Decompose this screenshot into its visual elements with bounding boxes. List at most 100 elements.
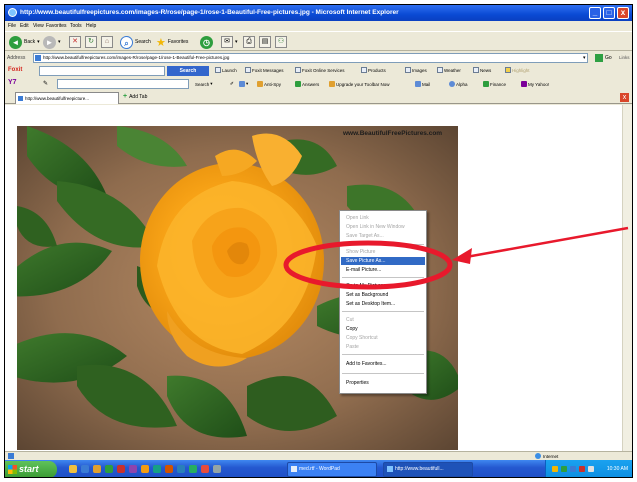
quicklaunch-media-icon[interactable] — [105, 465, 113, 473]
quicklaunch-app-icon[interactable] — [141, 465, 149, 473]
edit-button[interactable]: ▤ — [259, 35, 271, 49]
menu-item-set-as-background[interactable]: Set as Background — [346, 292, 388, 298]
menu-item-copy-shortcut[interactable]: Copy Shortcut — [346, 335, 378, 341]
quicklaunch-app-icon[interactable] — [165, 465, 173, 473]
menu-item-go-to-my-pictures[interactable]: Go to My Pictures — [346, 283, 386, 289]
yahoo-finance[interactable]: Finance — [483, 81, 506, 87]
tray-security-icon[interactable] — [579, 466, 585, 472]
quicklaunch-ie-icon[interactable] — [81, 465, 89, 473]
menu-item-save-picture-as[interactable]: Save Picture As... — [341, 257, 425, 265]
forward-arrow-icon: ► — [43, 35, 56, 49]
menu-item-show-picture[interactable]: Show Picture — [346, 249, 375, 255]
plus-icon: + — [123, 93, 128, 100]
address-bar: Address http://www.beautifulfreepictures… — [5, 52, 632, 64]
menu-tools[interactable]: Tools — [70, 23, 82, 29]
start-button[interactable]: start — [5, 461, 57, 477]
foxit-search-button[interactable]: Search — [167, 66, 209, 76]
tab-active[interactable]: http://www.beautifulfreepicture... — [15, 92, 119, 104]
foxit-news[interactable]: News — [473, 67, 491, 73]
messenger-button[interactable]: ⚇ — [275, 35, 287, 49]
mail-button[interactable]: ✉ ▾ — [221, 35, 238, 49]
stop-button[interactable]: ✕ — [69, 35, 81, 49]
address-input[interactable]: http://www.beautifulfreepictures.com/ima… — [33, 53, 588, 63]
menu-item-properties[interactable]: Properties — [346, 380, 369, 386]
yahoo-bookmarks-button[interactable]: ▾ — [239, 81, 248, 87]
address-dropdown-icon[interactable]: ▾ — [583, 55, 586, 61]
maximize-button[interactable]: □ — [603, 7, 615, 19]
yahoo-mail[interactable]: Mail — [415, 81, 430, 87]
quicklaunch-app-icon[interactable] — [129, 465, 137, 473]
tray-volume-icon[interactable] — [570, 466, 576, 472]
foxit-products[interactable]: Products — [361, 67, 386, 73]
foxit-online-services[interactable]: Foxit Online Services — [295, 67, 345, 73]
foxit-weather[interactable]: Weather — [437, 67, 461, 73]
yahoo-alpha[interactable]: Alpha — [449, 81, 468, 87]
tab-bar: http://www.beautifulfreepicture... + Add… — [5, 91, 632, 104]
foxit-images[interactable]: Images — [405, 67, 427, 73]
menu-favorites[interactable]: Favorites — [46, 23, 67, 29]
menu-edit[interactable]: Edit — [20, 23, 29, 29]
vertical-scrollbar[interactable] — [622, 105, 632, 451]
tray-app-icon[interactable] — [588, 466, 594, 472]
menu-file[interactable]: File — [8, 23, 16, 29]
menu-item-paste[interactable]: Paste — [346, 344, 359, 350]
menu-separator — [342, 311, 424, 312]
quicklaunch-app-icon[interactable] — [213, 465, 221, 473]
refresh-icon: ↻ — [85, 36, 97, 48]
menu-item-open-link-new-window[interactable]: Open Link in New Window — [346, 224, 405, 230]
quicklaunch-mail-icon[interactable] — [93, 465, 101, 473]
quicklaunch-app-icon[interactable] — [201, 465, 209, 473]
quicklaunch-desktop-icon[interactable] — [69, 465, 77, 473]
foxit-online-services-label: Foxit Online Services — [302, 67, 345, 73]
quicklaunch-app-icon[interactable] — [189, 465, 197, 473]
print-button[interactable]: ⎙ — [243, 35, 255, 49]
yahoo-anti-spy[interactable]: Anti-Spy — [257, 81, 281, 87]
yahoo-upgrade[interactable]: Upgrade your Toolbar Now — [329, 81, 389, 87]
tray-network-icon[interactable] — [552, 466, 558, 472]
search-button[interactable]: ⌕ Search — [120, 35, 151, 49]
foxit-search-input[interactable] — [39, 66, 165, 76]
yahoo-search-input[interactable] — [57, 79, 189, 89]
minimize-button[interactable]: _ — [589, 7, 601, 19]
menu-help[interactable]: Help — [86, 23, 96, 29]
add-tab-button[interactable]: + Add Tab — [123, 93, 147, 100]
yahoo-pen-button[interactable]: ✐ — [230, 81, 234, 87]
menu-item-set-as-desktop-item[interactable]: Set as Desktop Item... — [346, 301, 395, 307]
go-button[interactable]: Go — [595, 53, 617, 63]
favorites-button[interactable]: ★ Favorites — [156, 35, 188, 49]
foxit-launch[interactable]: Launch — [215, 67, 237, 73]
yahoo-answers[interactable]: Answers — [295, 81, 319, 87]
menu-item-save-target-as[interactable]: Save Target As... — [346, 233, 384, 239]
images-icon — [405, 67, 411, 73]
back-button[interactable]: ◄ Back ▾ — [9, 35, 40, 49]
forward-button[interactable]: ► ▾ — [43, 35, 61, 49]
links-button[interactable]: Links — [619, 55, 630, 60]
refresh-button[interactable]: ↻ — [85, 35, 97, 49]
menu-item-cut[interactable]: Cut — [346, 317, 354, 323]
yahoo-logo[interactable]: Y7 — [8, 79, 17, 86]
tray-antivirus-icon[interactable] — [561, 466, 567, 472]
quicklaunch-app-icon[interactable] — [117, 465, 125, 473]
yahoo-my-yahoo[interactable]: My Yahoo! — [521, 81, 549, 87]
close-button[interactable]: x — [617, 7, 629, 19]
quicklaunch-app-icon[interactable] — [177, 465, 185, 473]
menu-item-open-link[interactable]: Open Link — [346, 215, 369, 221]
taskbar-ie-button[interactable]: http://www.beautifull... — [383, 462, 473, 477]
tab-close-button[interactable]: x — [620, 93, 629, 102]
taskbar-wordpad-button[interactable]: med.rtf - WordPad — [287, 462, 377, 477]
menu-item-copy[interactable]: Copy — [346, 326, 358, 332]
home-button[interactable]: ⌂ — [101, 35, 113, 49]
history-button[interactable]: ◷ — [200, 35, 213, 49]
foxit-messages[interactable]: Foxit Messages — [245, 67, 284, 73]
menu-view[interactable]: View — [33, 23, 44, 29]
menu-item-add-to-favorites[interactable]: Add to Favorites... — [346, 361, 387, 367]
quicklaunch-app-icon[interactable] — [153, 465, 161, 473]
foxit-highlight[interactable]: Highlight — [505, 67, 530, 73]
anti-spy-icon — [257, 81, 263, 87]
foxit-logo[interactable]: Foxit — [8, 67, 22, 73]
page-done-icon — [8, 453, 14, 459]
yahoo-search-button[interactable]: Search ▾ — [195, 81, 213, 87]
yahoo-pencil-icon[interactable]: ✎ — [43, 80, 48, 87]
taskbar-ie-label: http://www.beautifull... — [395, 466, 444, 472]
menu-item-email-picture[interactable]: E-mail Picture... — [346, 267, 381, 273]
